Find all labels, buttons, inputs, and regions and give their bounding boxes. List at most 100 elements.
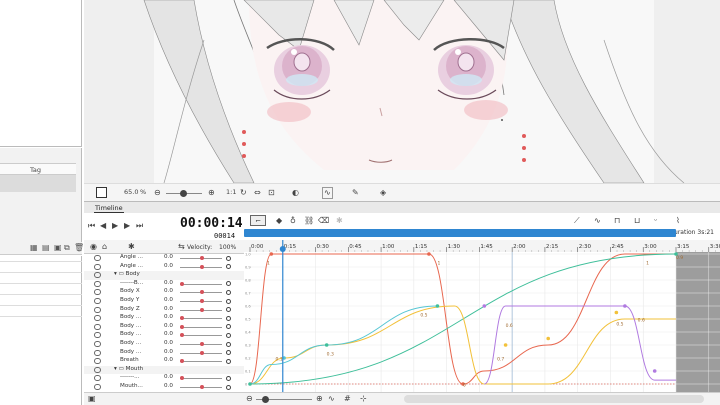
tag-row-selected[interactable] [0, 175, 76, 192]
visibility-icon[interactable] [94, 315, 101, 322]
skip-start-icon[interactable]: ⏮ [88, 222, 95, 230]
track-value[interactable]: 0.0 [164, 280, 173, 286]
playback-range-bar[interactable] [244, 229, 676, 237]
visibility-icon[interactable] [94, 255, 101, 261]
new-item-icon[interactable]: ▣ [54, 244, 62, 252]
filter-icon[interactable]: ⌂ [102, 243, 107, 251]
track-slider-knob[interactable] [200, 385, 204, 389]
visibility-icon[interactable] [94, 289, 101, 296]
play-icon[interactable]: ▶ [112, 222, 118, 230]
list-icon[interactable]: ▤ [42, 244, 50, 252]
settings-icon[interactable]: ✱ [336, 217, 343, 225]
keyframe-toggle[interactable] [226, 264, 231, 270]
track-slider-knob[interactable] [180, 359, 184, 364]
ease-hold-icon[interactable]: ⊔ [634, 217, 640, 225]
track-row[interactable]: Body ... 0.0 [84, 314, 244, 323]
track-slider-knob[interactable] [200, 342, 204, 346]
track-slider[interactable] [180, 318, 222, 320]
next-frame-icon[interactable]: ▶ [124, 222, 130, 230]
track-value[interactable]: 0.0 [164, 331, 173, 337]
track-row[interactable]: Body ... 0.0 [84, 331, 244, 340]
track-value[interactable]: 0.0 [164, 323, 173, 329]
keyframe-toggle[interactable] [226, 289, 231, 295]
track-slider[interactable] [180, 361, 222, 363]
track-slider-knob[interactable] [180, 376, 184, 381]
gear-icon[interactable]: ✱ [128, 243, 135, 251]
graph-mode-icon[interactable]: ⌐ [250, 215, 266, 226]
zoom-slider-knob[interactable] [180, 190, 187, 197]
track-row[interactable]: Angle ... 0.0 [84, 254, 244, 263]
track-slider-knob[interactable] [200, 307, 204, 312]
visibility-icon[interactable] [94, 358, 101, 365]
grid-icon[interactable]: ▦ [30, 244, 38, 252]
track-value[interactable]: 0.0 [164, 383, 173, 389]
visibility-icon[interactable] [94, 306, 101, 313]
ease-bounce-icon[interactable]: ᵕ [654, 217, 657, 225]
track-row[interactable]: Body Y 0.0 [84, 297, 244, 306]
rotate-icon[interactable]: ↻ [240, 189, 247, 197]
keyframe-toggle[interactable] [226, 281, 231, 287]
keyframe-toggle[interactable] [226, 255, 231, 261]
track-row[interactable]: -------B... 0.0 [84, 280, 244, 289]
ease-wave-icon[interactable]: ∿ [594, 217, 601, 225]
track-value[interactable]: 0.0 [164, 297, 173, 303]
timeline-zoom-knob[interactable] [262, 396, 269, 403]
keyframe-toggle[interactable] [226, 341, 231, 347]
track-slider[interactable] [180, 283, 222, 285]
keyframe-toggle[interactable] [226, 324, 231, 330]
skip-end-icon[interactable]: ⏭ [136, 222, 143, 230]
track-value[interactable]: 0.0 [164, 374, 173, 380]
velocity-value[interactable]: 100% [219, 244, 236, 251]
keyframe-toggle[interactable] [226, 307, 231, 313]
visibility-icon[interactable] [94, 298, 101, 304]
track-row[interactable]: -------... 0.0 [84, 374, 244, 383]
visibility-icon[interactable] [94, 272, 101, 279]
pin-icon[interactable]: ♁ [290, 217, 296, 225]
keyframe-toggle[interactable] [226, 350, 231, 356]
ease-linear-icon[interactable]: ⟋ [574, 217, 580, 225]
copy-icon[interactable]: ⧉ [64, 244, 70, 252]
visibility-icon[interactable] [94, 332, 101, 339]
track-slider[interactable] [180, 335, 222, 337]
visibility-icon[interactable] [94, 349, 101, 356]
keyframe-toggle[interactable] [226, 384, 231, 390]
track-slider[interactable] [180, 378, 222, 380]
track-value[interactable]: 0.0 [164, 340, 173, 346]
link-icon[interactable]: ⛓ [304, 217, 314, 225]
brush-tool-icon[interactable]: ✎ [352, 189, 359, 197]
eraser-icon[interactable]: ⌫ [318, 217, 329, 225]
track-value[interactable]: 0.0 [164, 349, 173, 355]
prev-frame-icon[interactable]: ◀ [100, 222, 106, 230]
track-row[interactable]: Body ... 0.0 [84, 340, 244, 349]
fit-curve-icon[interactable]: ∿ [328, 395, 335, 403]
curve-tool-icon[interactable]: ∿ [322, 187, 333, 199]
track-value[interactable]: 0.0 [164, 314, 173, 320]
track-slider-knob[interactable] [180, 324, 184, 329]
track-slider-knob[interactable] [200, 256, 204, 260]
track-group-row[interactable]: ▾ ▭ Mouth [84, 365, 244, 375]
toggle-display-icon[interactable]: ◐ [292, 189, 299, 197]
tab-timeline[interactable]: Timeline [94, 204, 124, 213]
keyframe-toggle[interactable] [226, 332, 231, 338]
ease-menu-icon[interactable]: ⌇ [676, 217, 680, 225]
track-slider-knob[interactable] [200, 290, 204, 295]
grid-snap-icon[interactable]: # [344, 395, 351, 403]
trash-icon[interactable]: 🗑 [74, 244, 84, 252]
playhead-handle[interactable] [279, 246, 286, 252]
track-value[interactable]: 0.0 [164, 357, 173, 363]
track-slider-knob[interactable] [180, 281, 184, 286]
horizontal-scrollbar[interactable] [404, 395, 704, 403]
zoom-out-icon[interactable]: ⊖ [154, 189, 161, 197]
folder-icon[interactable]: ▣ [88, 395, 96, 403]
ratio-label[interactable]: 1:1 [226, 188, 236, 196]
track-row[interactable]: Angle ... 0.0 [84, 263, 244, 272]
keyframe-icon[interactable]: ◆ [276, 217, 282, 225]
ease-step-icon[interactable]: ⊓ [614, 217, 620, 225]
model-canvas[interactable] [84, 0, 720, 183]
track-value[interactable]: 0.0 [164, 263, 173, 269]
track-slider-knob[interactable] [180, 333, 184, 338]
visibility-icon[interactable] [94, 375, 101, 382]
track-row[interactable]: Body ... 0.0 [84, 323, 244, 332]
track-row[interactable]: Breath 0.0 [84, 357, 244, 366]
keyframe-toggle[interactable] [226, 298, 231, 304]
